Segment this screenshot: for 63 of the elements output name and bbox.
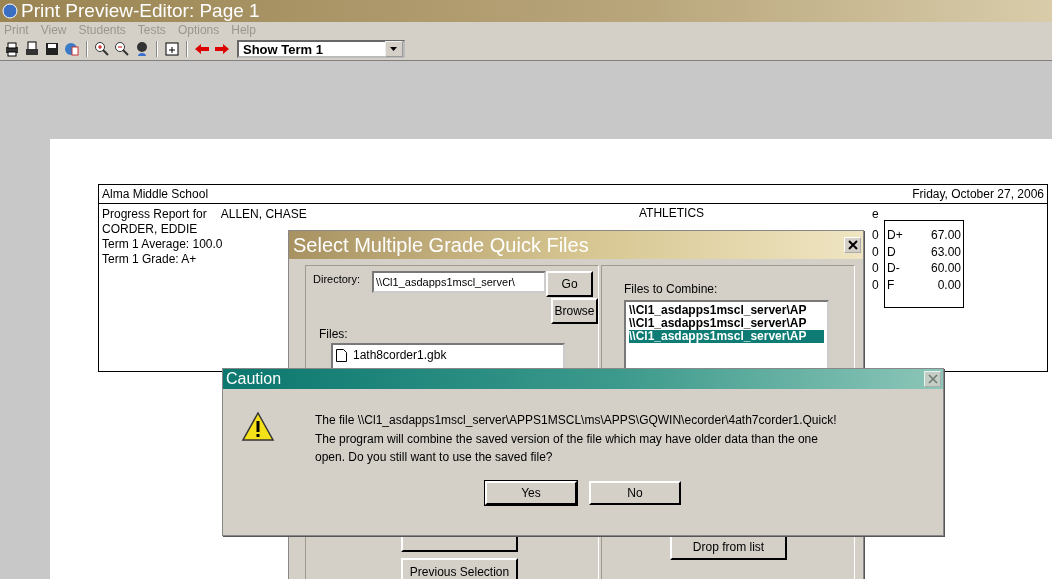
report-date: Friday, October 27, 2006 (912, 187, 1044, 201)
page-printer-icon (24, 41, 40, 57)
save-icon (44, 41, 60, 57)
toolbar-button[interactable] (23, 40, 41, 58)
table-cell-text: D- (886, 261, 901, 276)
combine-item[interactable]: \\Cl1_asdapps1mscl_server\AP (629, 317, 824, 330)
table-cell-text: 0.00 (936, 277, 962, 292)
app-icon (2, 3, 18, 19)
page-add-icon (164, 41, 180, 57)
grade-header: e (872, 208, 880, 220)
close-button[interactable] (844, 237, 861, 253)
table-cell-text: 0 (872, 261, 880, 276)
school-name: Alma Middle School (102, 187, 209, 201)
table-cell-text: 0 (872, 228, 880, 243)
dropdown-arrow-button[interactable] (385, 41, 403, 57)
close-icon (927, 374, 938, 384)
toolbar-button[interactable] (113, 40, 131, 58)
go-button[interactable]: Go (546, 271, 594, 297)
report-line: CORDER, EDDIE (102, 222, 198, 237)
close-icon (847, 240, 858, 250)
zoom-in-icon (94, 41, 110, 57)
document-icon (336, 348, 347, 362)
table-cell-text: D+ (886, 228, 904, 243)
list-label: Files: (319, 327, 349, 341)
section-title: ATHLETICS (639, 206, 705, 220)
table-cell-text: 0 (872, 244, 880, 259)
dialog-title: Caution (226, 370, 282, 388)
zoom-out-icon (114, 41, 130, 57)
report-line: Term 1 Average: 100.0 (102, 237, 223, 252)
toolbar-button[interactable] (43, 40, 61, 58)
term-dropdown[interactable]: Show Term 1 (237, 40, 405, 58)
table-cell-text: D (886, 244, 897, 259)
previous-selection-button[interactable]: Previous Selection (401, 558, 518, 579)
field-label: Directory: (313, 272, 361, 285)
window-title: Print Preview-Editor: Page 1 (21, 0, 260, 22)
dialog-button[interactable]: Yes (485, 480, 577, 505)
combine-item[interactable]: \\Cl1_asdapps1mscl_server\AP (629, 304, 824, 317)
browse-button[interactable]: Browse (551, 298, 598, 324)
left-arrow-icon (194, 41, 210, 57)
right-arrow-icon (214, 41, 230, 57)
printer-icon (4, 41, 20, 57)
head-icon (134, 41, 150, 57)
dialog-title: Select Multiple Grade Quick Files (293, 233, 589, 257)
table-cell-text: 60.00 (929, 261, 962, 276)
table-cell-text: 63.00 (929, 244, 962, 259)
student-name: ALLEN, CHASE (220, 207, 307, 222)
report-line: Term 1 Grade: A+ (102, 252, 197, 267)
directory-field[interactable]: \\Cl1_asdapps1mscl_server\ (372, 271, 547, 293)
table-cell-text: F (886, 277, 896, 292)
report-label: Progress Report for (102, 207, 207, 222)
file-item[interactable]: 1ath8corder1.gbk (336, 347, 560, 363)
caret-icon (390, 46, 398, 52)
table-cell-text: 67.00 (929, 228, 962, 243)
dropdown-value: Show Term 1 (242, 41, 323, 57)
toolbar-button[interactable] (3, 40, 21, 58)
table-cell-text: 0 (872, 277, 880, 292)
warning-icon (241, 411, 275, 443)
toolbar-button[interactable] (93, 40, 111, 58)
globe-page-icon (64, 41, 80, 57)
toolbar-button[interactable] (163, 40, 181, 58)
dialog-button[interactable]: No (589, 480, 681, 505)
combine-item[interactable]: \\Cl1_asdapps1mscl_server\AP (629, 330, 824, 343)
list-label: Files to Combine: (624, 282, 719, 296)
